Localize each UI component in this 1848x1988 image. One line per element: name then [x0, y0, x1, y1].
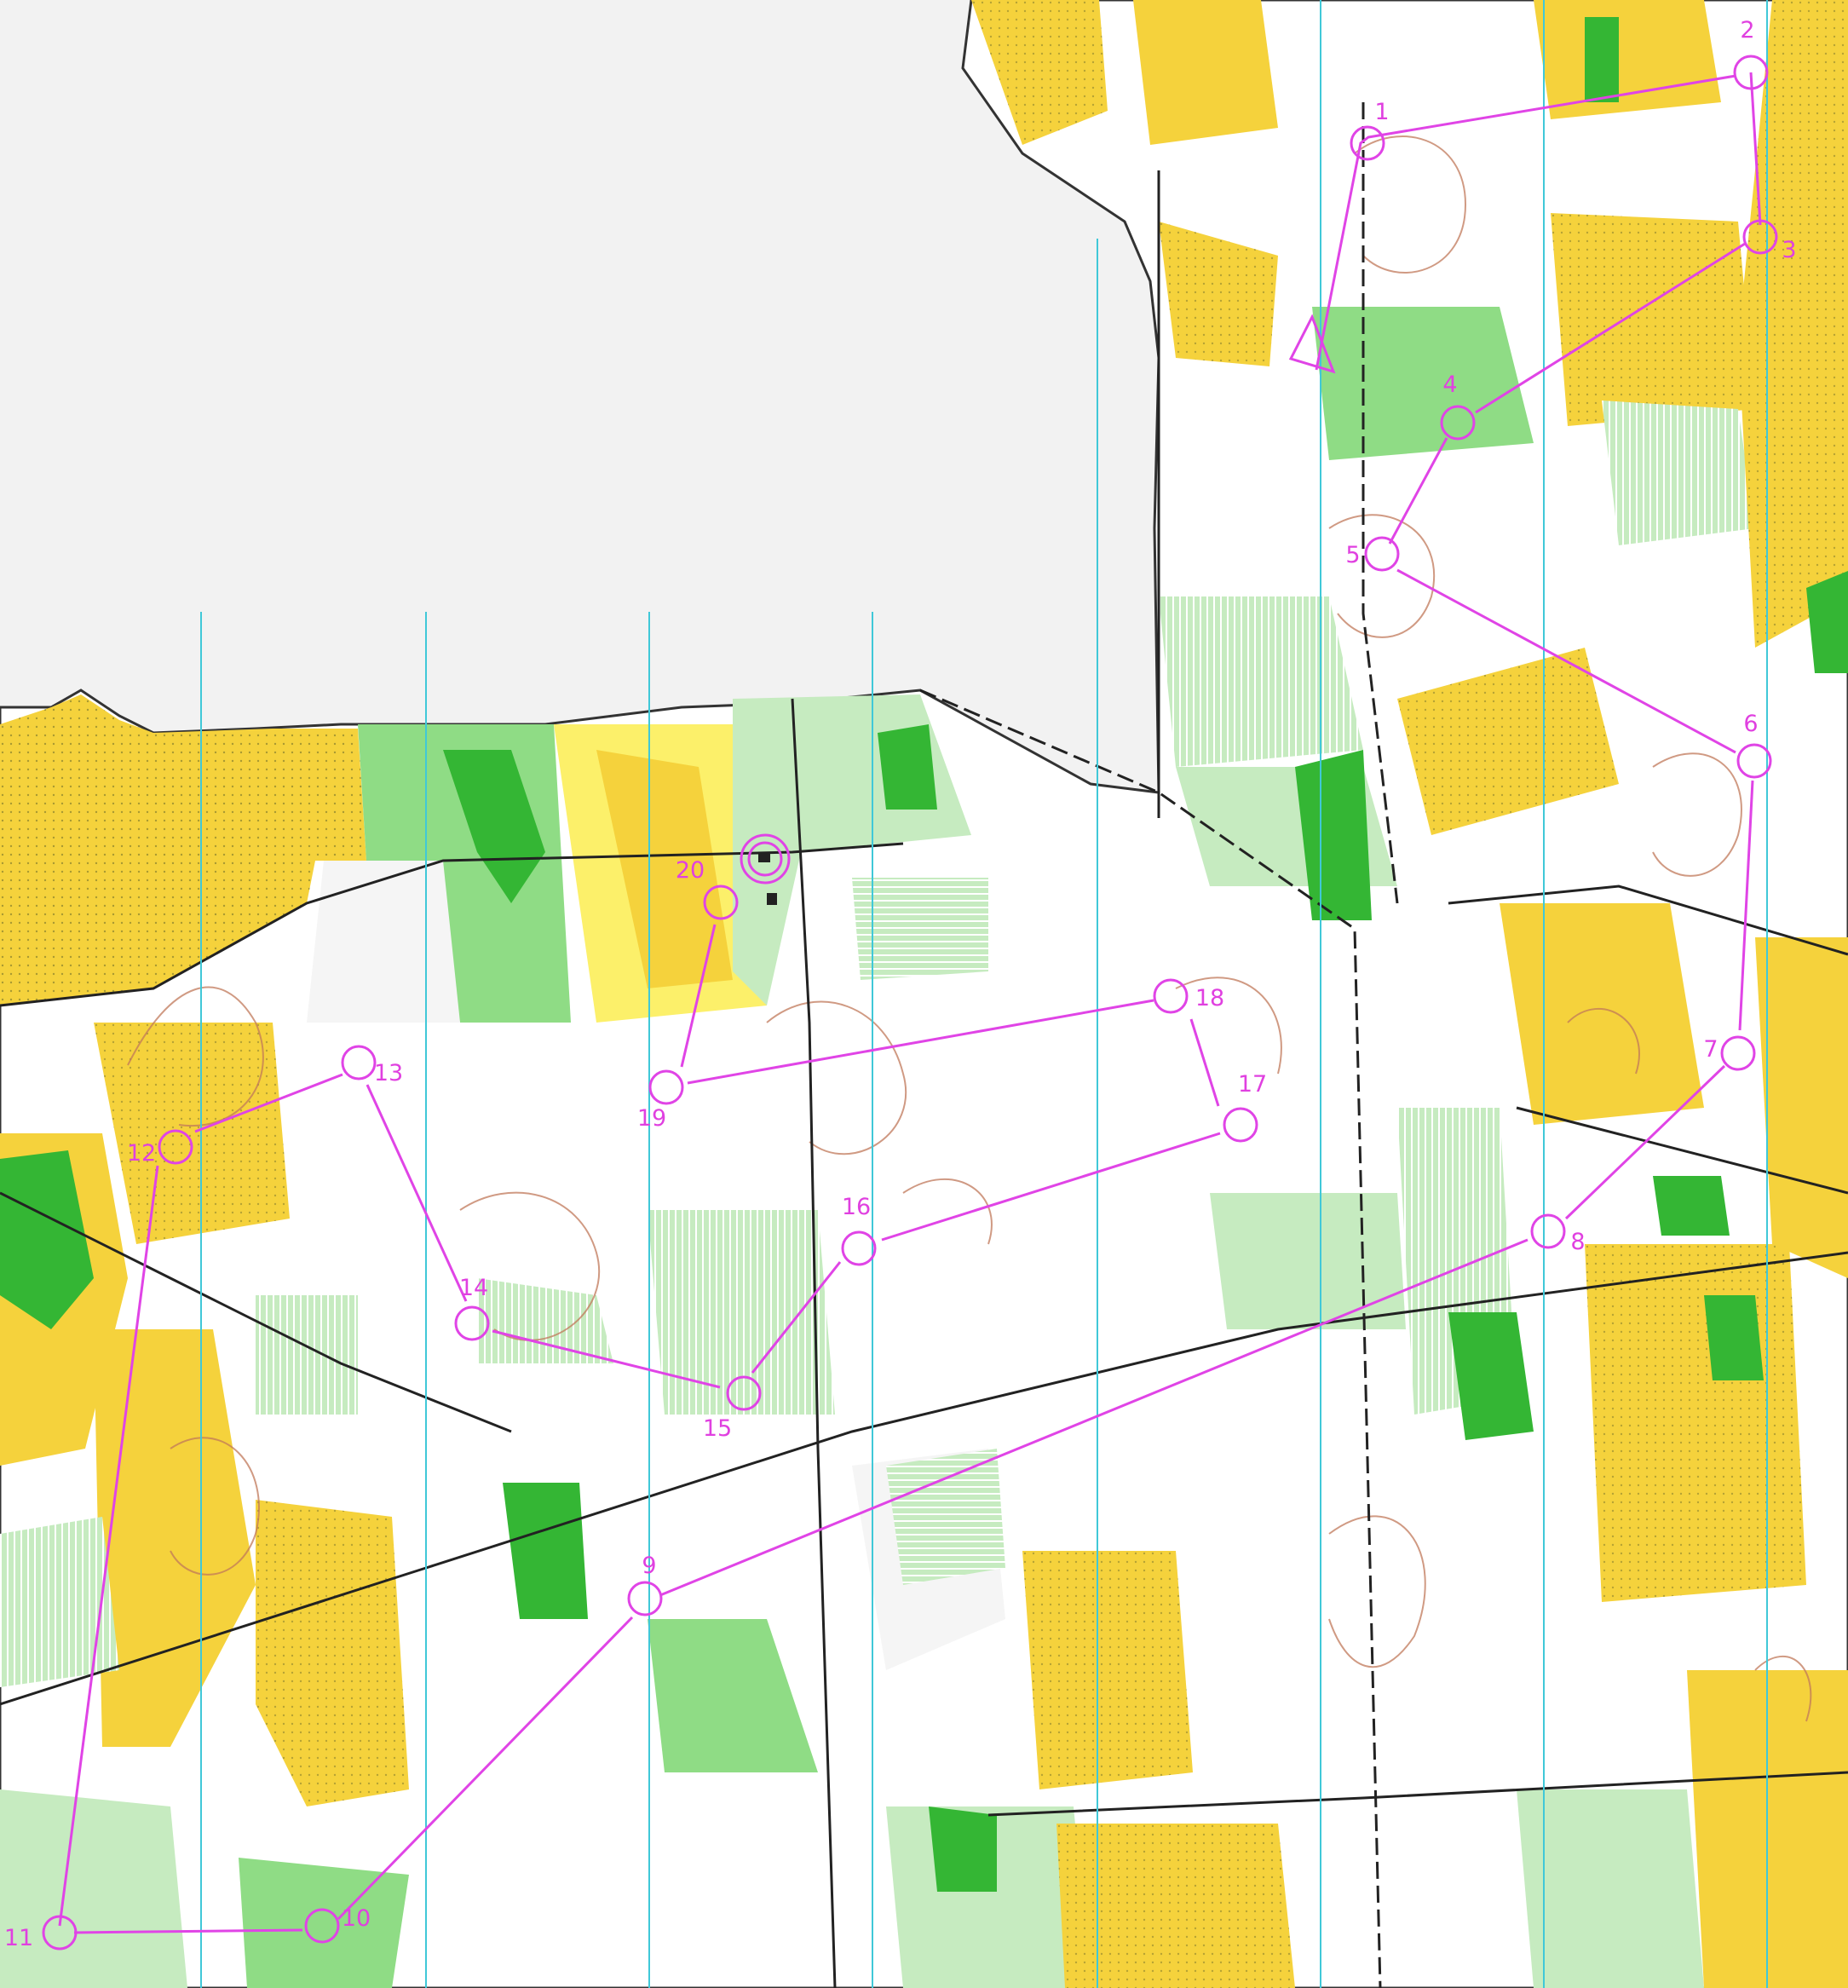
control-label: 2 [1740, 17, 1754, 43]
field-green-dark [1585, 17, 1619, 102]
control-label: 3 [1782, 237, 1796, 263]
field-white [307, 861, 460, 1023]
control-label: 9 [642, 1553, 656, 1579]
field-yellow [1133, 0, 1278, 145]
control-label: 12 [127, 1140, 156, 1167]
field-stripes [1602, 400, 1755, 545]
field-green-dark [878, 724, 937, 810]
field-yellow [1500, 903, 1704, 1125]
field-stripes [886, 1449, 1005, 1585]
control-label: 8 [1570, 1229, 1585, 1255]
control-label: 18 [1195, 985, 1224, 1011]
field-stripes [1159, 596, 1363, 767]
control-label: 4 [1442, 372, 1457, 398]
field-green [239, 1858, 409, 1988]
control-label: 13 [374, 1060, 403, 1086]
control-label: 20 [676, 857, 705, 884]
field-green [0, 1789, 187, 1988]
field-green-dark [929, 1806, 997, 1892]
control-label: 16 [842, 1194, 871, 1220]
terrain-layer [0, 0, 1848, 1988]
field-yellow [1534, 0, 1721, 119]
control-label: 7 [1703, 1036, 1718, 1063]
control-label: 5 [1345, 542, 1360, 568]
control-label: 10 [342, 1905, 371, 1932]
field-green [1312, 307, 1534, 460]
control-label: 14 [459, 1275, 488, 1301]
field-green [1210, 1193, 1406, 1329]
orienteering-map: 1234567891011121314151617181920 [0, 0, 1848, 1988]
field-dotted [1022, 1551, 1193, 1789]
building [758, 852, 770, 862]
control-label: 11 [4, 1925, 33, 1951]
field-green-dark [1653, 1176, 1730, 1236]
field-green-dark [1704, 1295, 1764, 1380]
field-dotted [1585, 1244, 1806, 1602]
control-label: 1 [1374, 99, 1389, 125]
field-dotted [1056, 1824, 1295, 1988]
field-stripes [648, 1210, 835, 1415]
field-stripes [256, 1295, 358, 1415]
field-dotted [1551, 213, 1755, 426]
control-label: 15 [703, 1415, 732, 1442]
control-label: 17 [1238, 1071, 1267, 1098]
control-label: 19 [637, 1105, 666, 1132]
building [767, 893, 777, 905]
control-label: 6 [1743, 711, 1758, 737]
